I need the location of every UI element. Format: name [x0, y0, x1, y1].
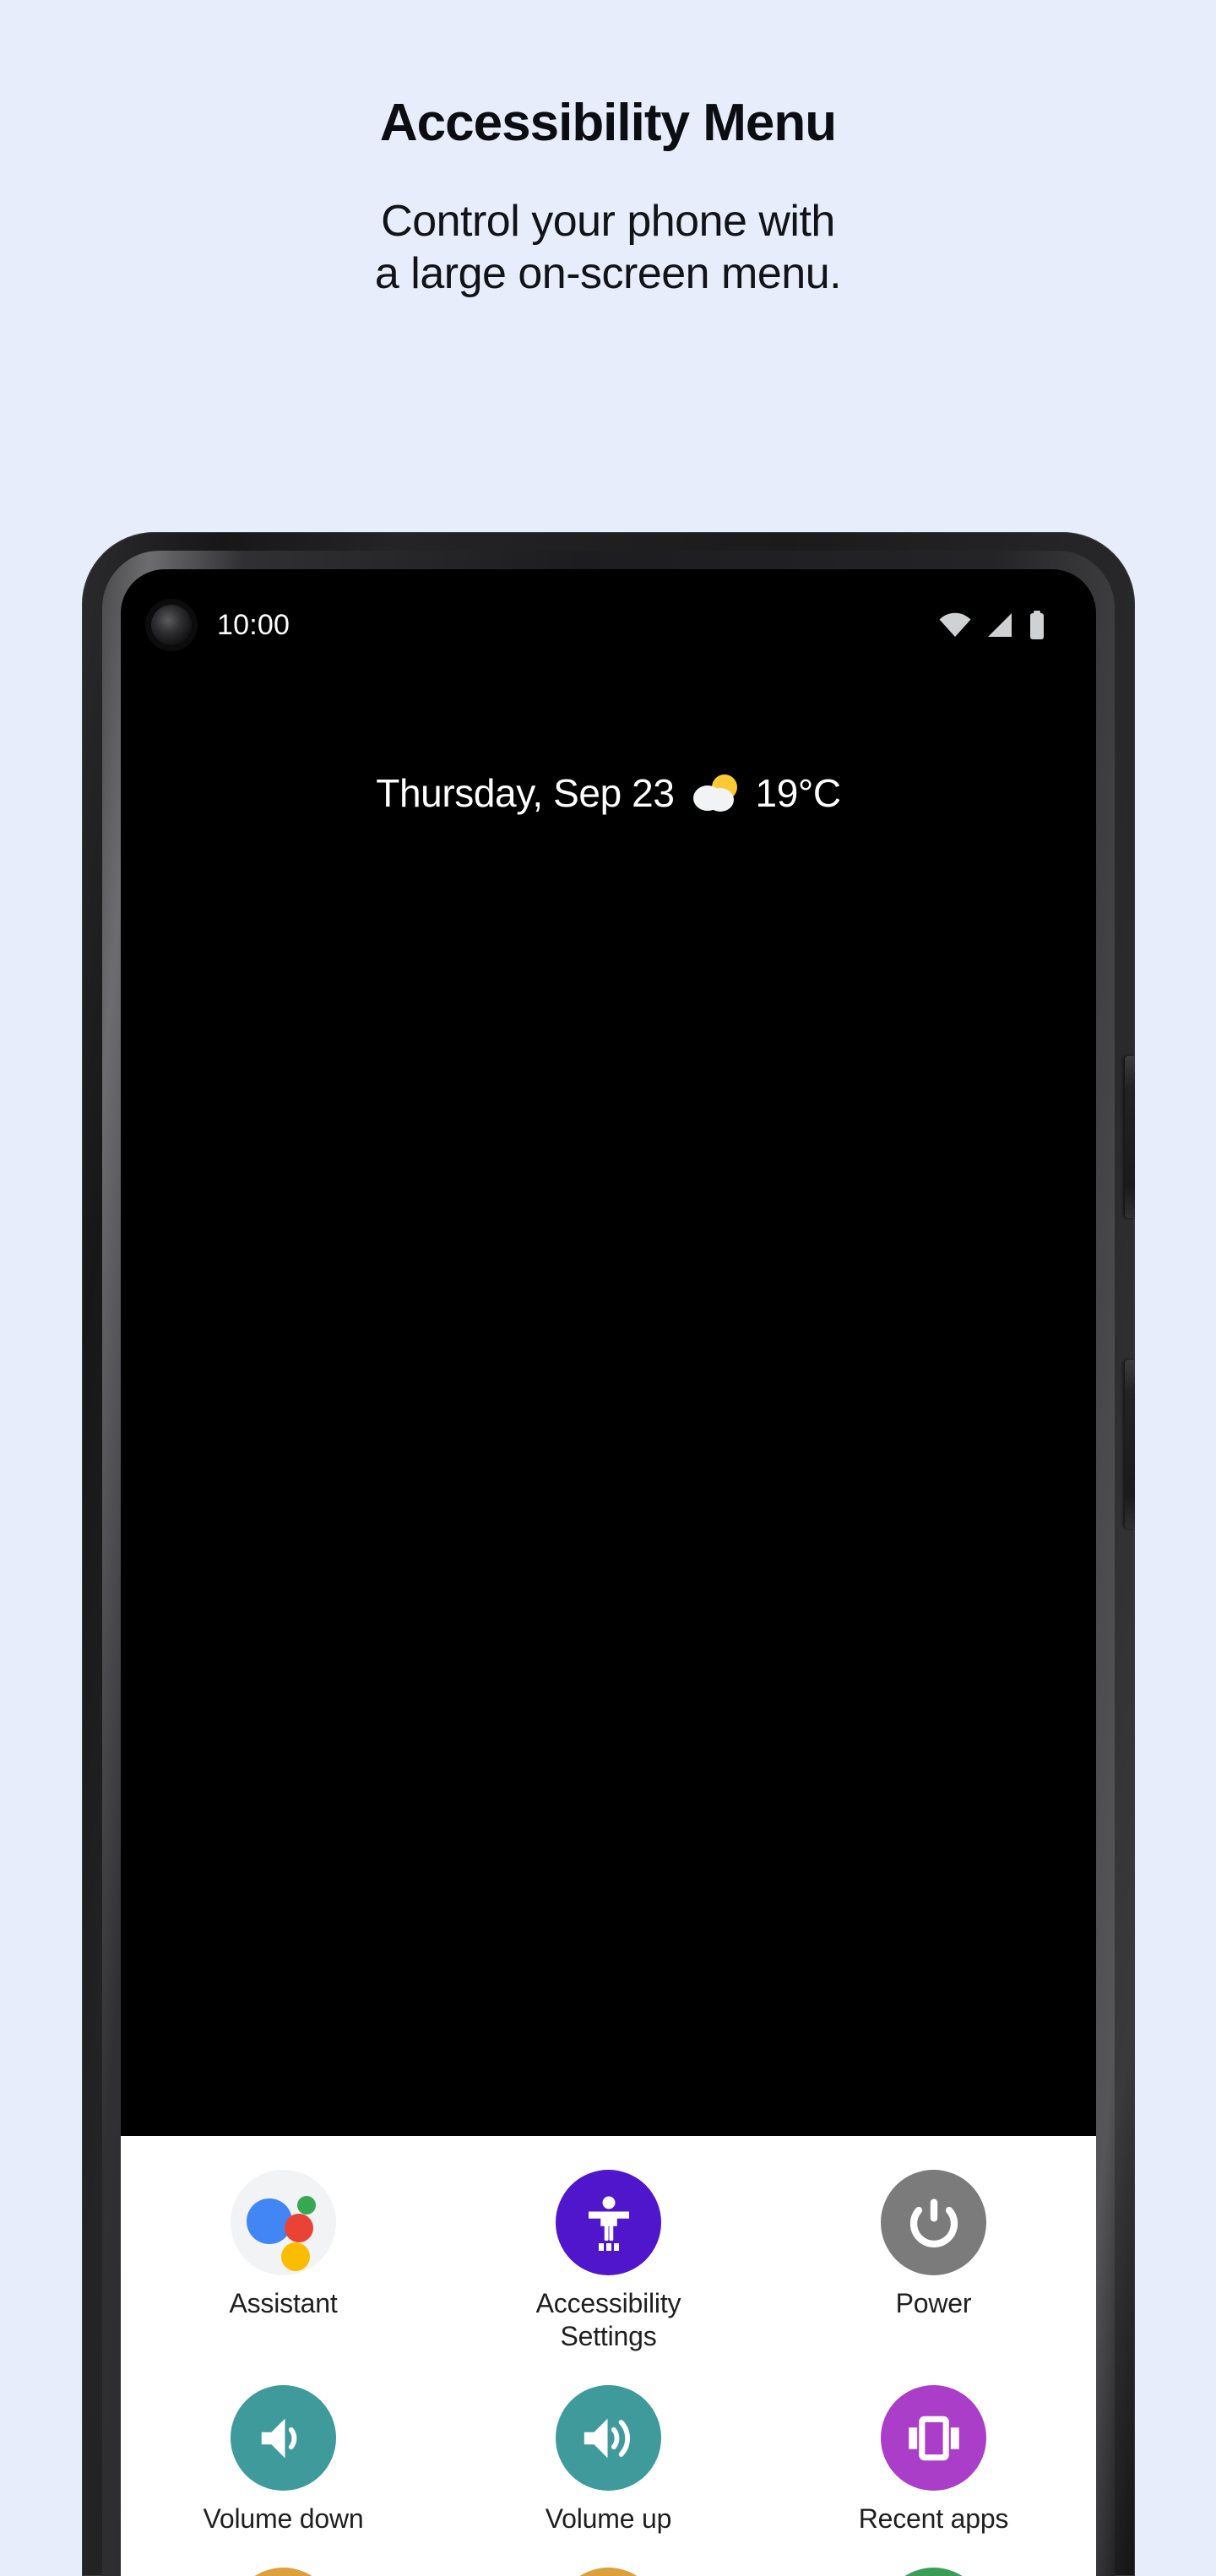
- home-temperature-text: 19°C: [755, 771, 842, 815]
- lock-icon: [881, 2568, 986, 2576]
- grid-row-spacer: [771, 2542, 1096, 2561]
- grid-row-spacer: [121, 2542, 446, 2561]
- accessibility-menu-grid: Assistant Accessibility Settings Power V…: [121, 2170, 1096, 2576]
- menu-item-label: Accessibility Settings: [535, 2288, 681, 2352]
- home-date-text: Thursday, Sep 23: [376, 771, 675, 815]
- menu-item-recent-apps[interactable]: Recent apps: [771, 2385, 1096, 2535]
- phone-mockup: 10:00 Thursday, Sep 23 19°C Assistant Ac…: [82, 532, 1135, 2576]
- wifi-icon: [939, 612, 971, 638]
- promo-header: Accessibility Menu Control your phone wi…: [0, 0, 1216, 300]
- brightness-up-icon: [556, 2568, 661, 2576]
- menu-item-label: Volume down: [203, 2503, 364, 2535]
- grid-row-spacer: [446, 2542, 771, 2561]
- menu-item-power[interactable]: Power: [771, 2170, 1096, 2353]
- page-title: Accessibility Menu: [379, 94, 837, 152]
- grid-row-spacer: [121, 2360, 446, 2378]
- menu-item-volume-down[interactable]: Volume down: [121, 2385, 446, 2535]
- home-date-weather-widget[interactable]: Thursday, Sep 23 19°C: [121, 770, 1096, 816]
- status-bar-icons: [939, 611, 1045, 639]
- phone-screen: 10:00 Thursday, Sep 23 19°C Assistant Ac…: [121, 569, 1096, 2576]
- menu-item-label: Power: [895, 2288, 972, 2318]
- menu-item-label: Recent apps: [858, 2503, 1009, 2535]
- promo-subtitle-line-1: Control your phone with: [381, 197, 835, 247]
- menu-item-assistant[interactable]: Assistant: [121, 2170, 446, 2353]
- volume-up-icon: [556, 2385, 661, 2492]
- cellular-signal-icon: [986, 612, 1013, 638]
- partly-cloudy-icon: [692, 774, 739, 812]
- phone-power-button[interactable]: [1125, 1056, 1135, 1218]
- google-assistant-icon: [231, 2170, 336, 2275]
- grid-row-spacer: [446, 2360, 771, 2378]
- menu-item-brightness-up[interactable]: Brightness up: [446, 2568, 771, 2576]
- status-bar: 10:00: [121, 569, 1096, 681]
- menu-item-label: Assistant: [229, 2288, 338, 2318]
- grid-row-spacer: [771, 2360, 1096, 2378]
- accessibility-person-icon: [556, 2170, 661, 2275]
- promo-subtitle: Control your phone with a large on-scree…: [0, 196, 1216, 300]
- status-bar-clock: 10:00: [217, 608, 290, 641]
- front-camera-icon: [151, 605, 192, 645]
- menu-item-accessibility-settings[interactable]: Accessibility Settings: [446, 2170, 771, 2353]
- power-icon: [881, 2170, 986, 2275]
- phone-volume-rocker[interactable]: [1125, 1360, 1135, 1529]
- promo-subtitle-line-2: a large on-screen menu.: [374, 248, 842, 298]
- menu-item-lock-screen[interactable]: Lock screen: [771, 2568, 1096, 2576]
- menu-item-brightness-down[interactable]: Brightness down: [121, 2568, 446, 2576]
- menu-item-label: Volume up: [545, 2503, 672, 2535]
- brightness-down-icon: [231, 2568, 336, 2576]
- menu-item-volume-up[interactable]: Volume up: [446, 2385, 771, 2535]
- battery-icon: [1029, 611, 1045, 639]
- recent-apps-icon: [881, 2385, 986, 2492]
- volume-down-icon: [231, 2385, 336, 2492]
- accessibility-menu-sheet: Assistant Accessibility Settings Power V…: [121, 2136, 1096, 2576]
